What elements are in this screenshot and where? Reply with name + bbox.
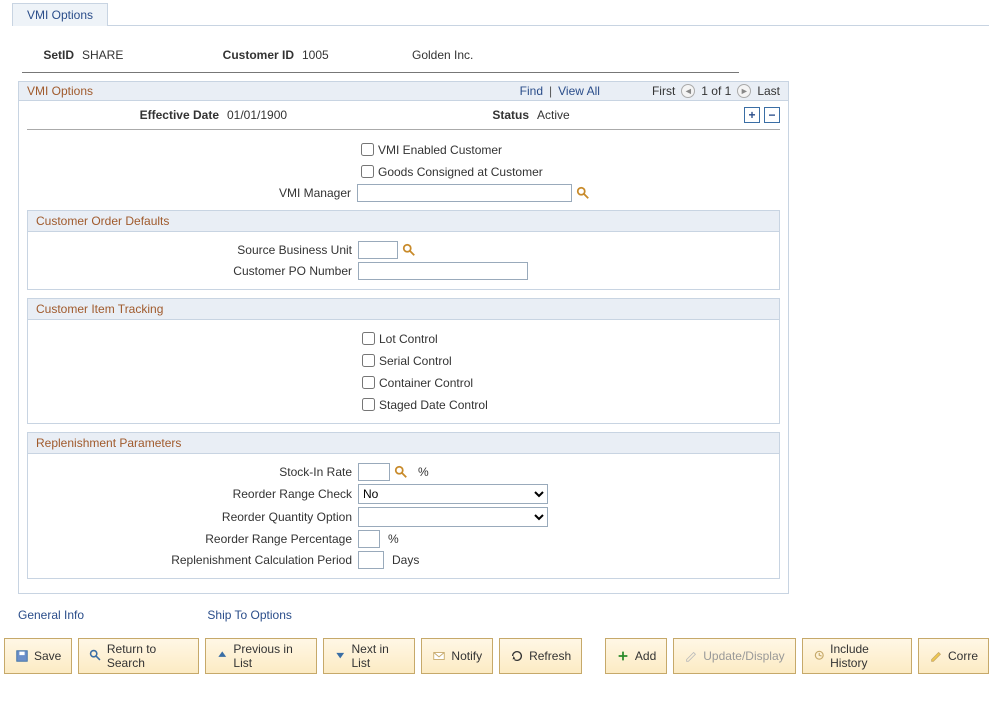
status-label: Status <box>377 108 537 122</box>
order-defaults-title: Customer Order Defaults <box>28 211 779 232</box>
po-label: Customer PO Number <box>36 264 358 278</box>
tracking-group: Customer Item Tracking Lot Control Seria… <box>27 298 780 424</box>
notify-button[interactable]: Notify <box>421 638 493 674</box>
toolbar: Save Return to Search Previous in List N… <box>4 634 989 678</box>
prev-list-button[interactable]: Previous in List <box>205 638 317 674</box>
qty-option-select[interactable] <box>358 507 548 527</box>
tab-row: VMI Options <box>12 2 989 26</box>
next-list-button[interactable]: Next in List <box>323 638 415 674</box>
staged-checkbox[interactable] <box>362 398 375 411</box>
correct-button[interactable]: Corre <box>918 638 989 674</box>
qty-option-label: Reorder Quantity Option <box>36 510 358 524</box>
days-label: Days <box>392 553 419 567</box>
arrow-up-icon <box>216 649 229 663</box>
effdt-value: 01/01/1900 <box>227 108 377 122</box>
goods-consigned-checkbox[interactable] <box>361 165 374 178</box>
tab-vmi-options[interactable]: VMI Options <box>12 3 108 26</box>
notify-icon <box>432 649 446 663</box>
stockin-label: Stock-In Rate <box>36 465 358 479</box>
vmi-enabled-checkbox[interactable] <box>361 143 374 156</box>
vmi-enabled-label: VMI Enabled Customer <box>378 143 502 157</box>
scroll-header: VMI Options Find | View All First ◄ 1 of… <box>18 81 789 101</box>
effective-row: Effective Date 01/01/1900 Status Active … <box>27 107 780 130</box>
lot-label: Lot Control <box>379 332 438 346</box>
lookup-icon[interactable] <box>576 186 590 200</box>
nav-prev-button[interactable]: ◄ <box>681 84 695 98</box>
history-button[interactable]: Include History <box>802 638 912 674</box>
general-info-link[interactable]: General Info <box>18 608 84 622</box>
pct-label2: % <box>388 532 399 546</box>
shipto-link[interactable]: Ship To Options <box>207 608 292 622</box>
customer-name: Golden Inc. <box>412 48 612 62</box>
status-value: Active <box>537 108 637 122</box>
po-input[interactable] <box>358 262 528 280</box>
stockin-input[interactable] <box>358 463 390 481</box>
source-bu-label: Source Business Unit <box>36 243 358 257</box>
calc-period-input[interactable] <box>358 551 384 569</box>
record-header: SetID SHARE Customer ID 1005 Golden Inc. <box>22 34 739 73</box>
range-pct-input[interactable] <box>358 530 380 548</box>
container-checkbox[interactable] <box>362 376 375 389</box>
range-check-label: Reorder Range Check <box>36 487 358 501</box>
lookup-icon[interactable] <box>394 465 408 479</box>
serial-label: Serial Control <box>379 354 452 368</box>
edit-icon <box>684 649 698 663</box>
range-pct-label: Reorder Range Percentage <box>36 532 358 546</box>
refresh-icon <box>510 649 524 663</box>
replenishment-title: Replenishment Parameters <box>28 433 779 454</box>
nav-next-button[interactable]: ► <box>737 84 751 98</box>
vmi-manager-input[interactable] <box>357 184 572 202</box>
replenishment-group: Replenishment Parameters Stock-In Rate %… <box>27 432 780 579</box>
pencil-icon <box>929 649 943 663</box>
pct-label: % <box>418 465 429 479</box>
nav-first-label: First <box>652 84 675 98</box>
find-link[interactable]: Find <box>520 84 543 98</box>
add-icon <box>616 649 630 663</box>
tracking-title: Customer Item Tracking <box>28 299 779 320</box>
add-button[interactable]: Add <box>605 638 667 674</box>
search-icon <box>89 649 102 663</box>
setid-label: SetID <box>22 48 82 62</box>
arrow-down-icon <box>334 649 346 663</box>
source-bu-input[interactable] <box>358 241 398 259</box>
serial-checkbox[interactable] <box>362 354 375 367</box>
customer-id-label: Customer ID <box>202 48 302 62</box>
add-row-button[interactable]: + <box>744 107 760 123</box>
nav-count: 1 of 1 <box>701 84 731 98</box>
refresh-button[interactable]: Refresh <box>499 638 582 674</box>
goods-consigned-label: Goods Consigned at Customer <box>378 165 543 179</box>
container-label: Container Control <box>379 376 473 390</box>
order-defaults-group: Customer Order Defaults Source Business … <box>27 210 780 290</box>
setid-value: SHARE <box>82 48 202 62</box>
lookup-icon[interactable] <box>402 243 416 257</box>
viewall-link[interactable]: View All <box>558 84 600 98</box>
effdt-label: Effective Date <box>27 108 227 122</box>
calc-period-label: Replenishment Calculation Period <box>36 553 358 567</box>
save-icon <box>15 649 29 663</box>
save-button[interactable]: Save <box>4 638 72 674</box>
staged-label: Staged Date Control <box>379 398 488 412</box>
vmi-manager-label: VMI Manager <box>27 186 357 200</box>
customer-id-value: 1005 <box>302 48 412 62</box>
history-icon <box>813 649 826 663</box>
range-check-select[interactable]: No <box>358 484 548 504</box>
footer-links: General Info Ship To Options <box>18 608 989 622</box>
delete-row-button[interactable]: − <box>764 107 780 123</box>
scroll-title: VMI Options <box>27 84 93 98</box>
return-button[interactable]: Return to Search <box>78 638 199 674</box>
tab-label: VMI Options <box>27 8 93 22</box>
lot-checkbox[interactable] <box>362 332 375 345</box>
update-button: Update/Display <box>673 638 795 674</box>
vmi-body: Effective Date 01/01/1900 Status Active … <box>18 101 789 594</box>
nav-last-label: Last <box>757 84 780 98</box>
